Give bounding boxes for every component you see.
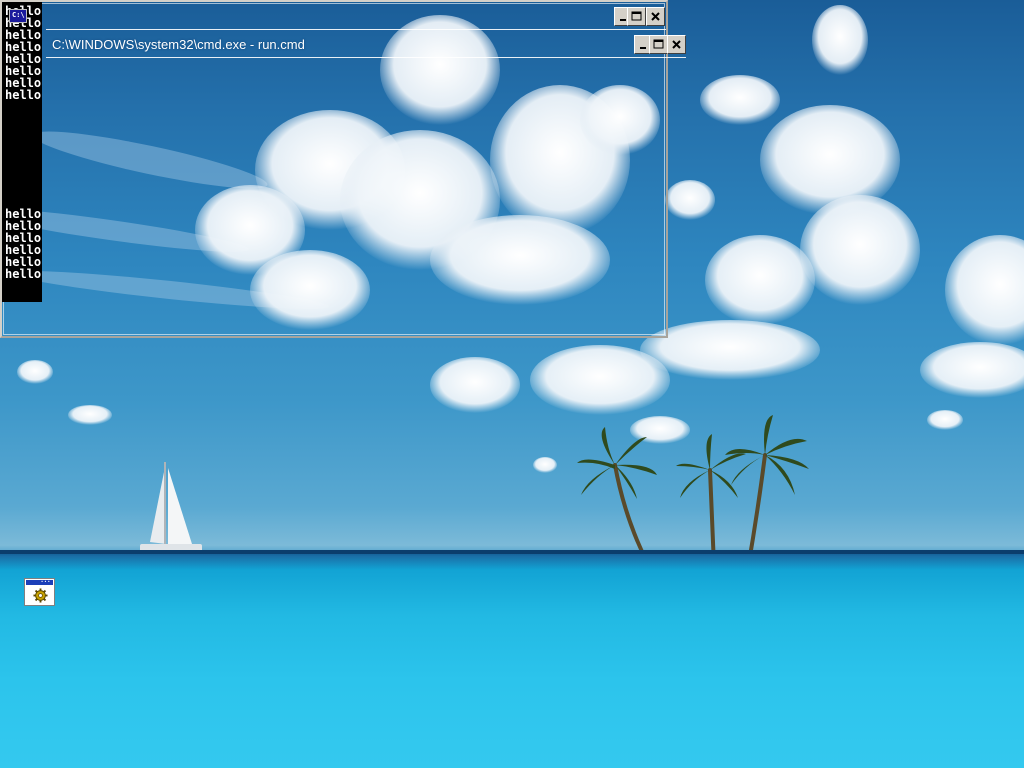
titlebar-divider [46,29,666,30]
close-button[interactable] [667,35,686,54]
maximize-icon [631,11,642,21]
console-output[interactable]: hello hello hello hello hello hello hell… [2,2,42,302]
maximize-button[interactable] [649,35,668,54]
close-button[interactable] [646,7,665,26]
minimize-icon [640,47,646,49]
close-icon [672,40,681,49]
maximize-button[interactable] [627,7,646,26]
console-system-icon[interactable]: C:\ [9,9,27,23]
console-line: hello [5,267,42,281]
titlebar-divider [46,57,686,58]
window-title: C:\WINDOWS\system32\cmd.exe - run.cmd [52,37,305,52]
console-line: hello [5,88,42,102]
sea [0,550,1024,768]
icon-dots: ••• [40,579,51,584]
gear-icon [33,588,48,603]
sailboat [140,462,202,555]
maximize-icon [653,39,664,49]
horizon [0,550,1024,554]
console-system-icon-label: C:\ [12,11,25,19]
console-titlebar[interactable]: C:\ [2,2,666,30]
close-icon [651,12,660,21]
console-application-icon[interactable]: ••• [24,578,55,606]
desktop[interactable]: ••• hello hello hello hello hello hello … [0,0,1024,768]
cmd-window[interactable]: C:\WINDOWS\system32\cmd.exe - run.cmd [44,32,686,58]
